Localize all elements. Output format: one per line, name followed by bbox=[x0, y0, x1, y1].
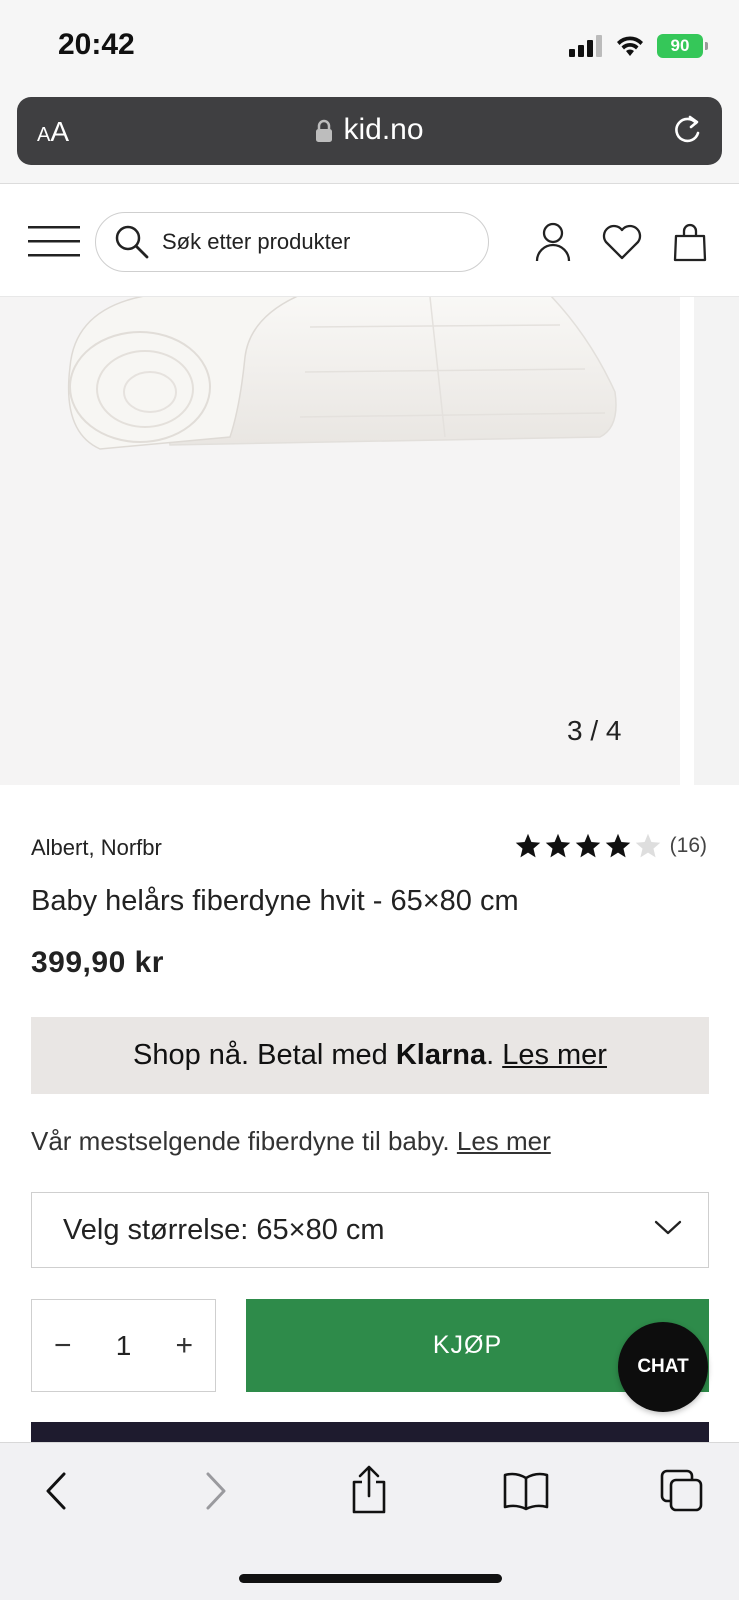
bookmarks-icon[interactable] bbox=[502, 1471, 550, 1511]
product-description: Vår mestselgende fiberdyne til baby. Les… bbox=[31, 1126, 551, 1157]
status-time: 20:42 bbox=[58, 28, 135, 61]
wishlist-heart-icon[interactable] bbox=[601, 224, 643, 260]
account-icon[interactable] bbox=[535, 222, 571, 262]
description-text: Vår mestselgende fiberdyne til baby. bbox=[31, 1126, 457, 1156]
klarna-read-more-link[interactable]: Les mer bbox=[502, 1039, 607, 1071]
url-display[interactable]: kid.no bbox=[17, 113, 722, 147]
status-icons: 90 bbox=[569, 34, 708, 58]
star-filled-icon bbox=[605, 833, 630, 858]
reload-icon[interactable] bbox=[670, 113, 704, 147]
back-icon[interactable] bbox=[42, 1471, 72, 1511]
lock-icon bbox=[316, 119, 333, 143]
search-icon bbox=[115, 225, 149, 259]
quantity-value[interactable]: 1 bbox=[116, 1330, 132, 1362]
product-title: Baby helårs fiberdyne hvit - 65×80 cm bbox=[31, 885, 519, 917]
hamburger-menu-icon[interactable] bbox=[28, 224, 80, 258]
wifi-icon bbox=[617, 36, 643, 56]
battery-indicator: 90 bbox=[657, 34, 708, 58]
size-select-label: Velg størrelse: 65×80 cm bbox=[63, 1213, 385, 1246]
star-filled-icon bbox=[515, 833, 540, 858]
star-filled-icon bbox=[545, 833, 570, 858]
quantity-decrease-button[interactable]: − bbox=[54, 1329, 72, 1363]
product-image-duvet bbox=[67, 297, 617, 450]
chevron-down-icon bbox=[654, 1220, 682, 1235]
share-icon[interactable] bbox=[349, 1465, 389, 1515]
klarna-banner: Shop nå. Betal med Klarna. Les mer bbox=[31, 1017, 709, 1094]
klarna-dot: . bbox=[486, 1039, 503, 1071]
description-read-more-link[interactable]: Les mer bbox=[457, 1126, 551, 1156]
size-select[interactable]: Velg størrelse: 65×80 cm bbox=[31, 1192, 709, 1268]
klarna-logo-text: Klarna bbox=[395, 1039, 487, 1071]
cellular-signal-icon bbox=[569, 35, 602, 57]
review-count: (16) bbox=[669, 834, 707, 857]
chat-button[interactable]: CHAT bbox=[618, 1322, 708, 1412]
quantity-increase-button[interactable]: + bbox=[175, 1329, 193, 1363]
header-icons bbox=[535, 222, 707, 262]
product-price: 399,90 kr bbox=[31, 946, 164, 979]
home-indicator[interactable] bbox=[239, 1574, 502, 1583]
star-empty-icon bbox=[635, 833, 660, 858]
product-image-gallery[interactable]: 3 / 4 bbox=[0, 297, 739, 785]
next-image-peek[interactable] bbox=[680, 297, 739, 785]
tabs-icon[interactable] bbox=[660, 1469, 704, 1513]
secondary-button-partial[interactable] bbox=[31, 1422, 709, 1442]
quantity-stepper: − 1 + bbox=[31, 1299, 216, 1392]
url-text: kid.no bbox=[343, 113, 424, 146]
shopping-bag-icon[interactable] bbox=[673, 222, 707, 262]
star-filled-icon bbox=[575, 833, 600, 858]
forward-icon[interactable] bbox=[200, 1471, 230, 1511]
search-input[interactable]: Søk etter produkter bbox=[95, 212, 489, 272]
browser-address-area: AA kid.no bbox=[0, 92, 739, 184]
address-bar[interactable]: AA kid.no bbox=[17, 97, 722, 165]
klarna-prefix: Shop nå. Betal med bbox=[133, 1039, 396, 1071]
product-rating[interactable]: (16) bbox=[514, 832, 707, 860]
battery-level: 90 bbox=[670, 36, 690, 55]
site-header: Søk etter produkter bbox=[0, 184, 739, 297]
product-brand[interactable]: Albert, Norfbr bbox=[31, 835, 162, 861]
search-placeholder: Søk etter produkter bbox=[162, 229, 351, 254]
image-counter: 3 / 4 bbox=[567, 715, 622, 746]
status-bar: 20:42 90 bbox=[0, 0, 739, 92]
